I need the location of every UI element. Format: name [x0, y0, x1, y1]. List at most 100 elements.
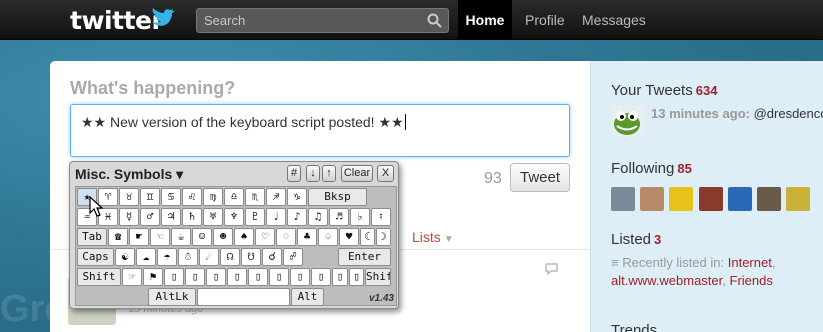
keyboard-key[interactable]: ☻: [213, 228, 233, 246]
keyboard-key[interactable]: ☜: [150, 228, 170, 246]
keyboard-key[interactable]: ▯: [269, 268, 289, 286]
keyboard-key[interactable]: ▯: [332, 268, 348, 286]
avatar[interactable]: [611, 105, 643, 137]
nav-messages[interactable]: Messages: [582, 0, 646, 40]
avatar[interactable]: [669, 187, 693, 211]
keyboard-key[interactable]: ♥: [339, 228, 359, 246]
arrow-up-icon[interactable]: ↑: [322, 165, 336, 182]
keyboard-key[interactable]: ☂: [157, 248, 177, 266]
keyboard-key[interactable]: ♤: [318, 228, 338, 246]
keyboard-key[interactable]: ♮: [371, 208, 391, 226]
altlk-key[interactable]: AltLk: [148, 288, 196, 306]
keyboard-key[interactable]: ▯: [206, 268, 226, 286]
your-tweets-heading[interactable]: Your Tweets 634: [611, 82, 717, 99]
keyboard-key[interactable]: ♣: [297, 228, 317, 246]
virtual-keyboard[interactable]: Misc. Symbols ▾ # ↓ ↑ Clear X ★ ♈ ♉ ♊ ♋ …: [69, 161, 399, 309]
avatar[interactable]: [728, 187, 752, 211]
keyboard-key[interactable]: ♩: [266, 208, 286, 226]
keyboard-key[interactable]: ♇: [245, 208, 265, 226]
keyboard-key[interactable]: ▯: [311, 268, 331, 286]
keyboard-key[interactable]: ☯: [115, 248, 135, 266]
keyboard-key[interactable]: ▯: [164, 268, 184, 286]
keyboard-key[interactable]: ♠: [234, 228, 254, 246]
keyboard-key[interactable]: ▯: [185, 268, 205, 286]
keyboard-key[interactable]: ♡: [255, 228, 275, 246]
keyboard-mode-select[interactable]: Misc. Symbols ▾: [75, 166, 183, 183]
keyboard-key[interactable]: ☄: [199, 248, 219, 266]
clear-button[interactable]: Clear: [341, 165, 373, 182]
shift-key[interactable]: Shift: [365, 268, 391, 286]
keyboard-key[interactable]: ☁: [136, 248, 156, 266]
shift-key[interactable]: Shift: [77, 268, 121, 286]
tab-lists[interactable]: Lists ▼: [412, 229, 454, 245]
listed-heading[interactable]: Listed 3: [611, 231, 661, 248]
keyboard-key[interactable]: ▯: [248, 268, 268, 286]
list-link-webmaster[interactable]: alt.www.webmaster: [611, 273, 722, 288]
avatar[interactable]: [611, 187, 635, 211]
keyboard-key[interactable]: ☌: [262, 248, 282, 266]
keyboard-key[interactable]: ♄: [182, 208, 202, 226]
nav-profile[interactable]: Profile: [525, 0, 565, 40]
keyboard-key[interactable]: ♅: [203, 208, 223, 226]
keyboard-key[interactable]: ▯: [290, 268, 310, 286]
tweet-button[interactable]: Tweet: [510, 163, 570, 192]
keyboard-key[interactable]: ☋: [241, 248, 261, 266]
keyboard-key[interactable]: ♆: [224, 208, 244, 226]
avatar[interactable]: [699, 187, 723, 211]
arrow-down-icon[interactable]: ↓: [306, 165, 320, 182]
space-key[interactable]: [197, 288, 290, 306]
keyboard-key[interactable]: ♌: [182, 188, 202, 206]
keyboard-key[interactable]: ♋: [161, 188, 181, 206]
keyboard-key[interactable]: ☃: [178, 248, 198, 266]
keyboard-key[interactable]: ☞: [122, 268, 142, 286]
keyboard-key[interactable]: ☍: [283, 248, 303, 266]
keyboard-key[interactable]: ☿: [119, 208, 139, 226]
keyboard-key[interactable]: ♂: [140, 208, 160, 226]
keyboard-key[interactable]: ☛: [129, 228, 149, 246]
keyboard-key[interactable]: ⚑: [143, 268, 163, 286]
backspace-key[interactable]: Bksp: [308, 188, 367, 206]
keyboard-key[interactable]: ♑: [287, 188, 307, 206]
keyboard-key[interactable]: ▯: [227, 268, 247, 286]
avatar[interactable]: [757, 187, 781, 211]
twitter-logo[interactable]: twitter: [70, 6, 175, 35]
keyboard-key[interactable]: ♫: [308, 208, 328, 226]
keyboard-key[interactable]: ♪: [287, 208, 307, 226]
avatar[interactable]: [640, 187, 664, 211]
keyboard-key[interactable]: ♭: [350, 208, 370, 226]
keyboard-key[interactable]: ♍: [203, 188, 223, 206]
keyboard-key[interactable]: ☎: [108, 228, 128, 246]
keyboard-key[interactable]: ♐: [266, 188, 286, 206]
list-link-internet[interactable]: Internet: [728, 255, 772, 270]
latest-tweet-mention[interactable]: @dresdenco: [754, 106, 823, 121]
keyboard-key[interactable]: ☕: [171, 228, 191, 246]
keyboard-key[interactable]: ☊: [220, 248, 240, 266]
caps-key[interactable]: Caps: [77, 248, 114, 266]
tweet-textarea[interactable]: ★★ New version of the keyboard script po…: [70, 104, 570, 157]
following-heading[interactable]: Following 85: [611, 160, 692, 177]
list-link-friends[interactable]: Friends: [730, 273, 773, 288]
search-input[interactable]: [197, 9, 422, 32]
keyboard-key[interactable]: ♉: [119, 188, 139, 206]
keyboard-key[interactable]: ♊: [140, 188, 160, 206]
recently-listed: ≡ Recently listed in: Internet, alt.www.…: [611, 254, 821, 290]
char-counter: 93: [484, 170, 502, 187]
keyboard-key[interactable]: ☾: [360, 228, 375, 246]
keyboard-key[interactable]: ♎: [224, 188, 244, 206]
hash-button[interactable]: #: [287, 165, 301, 182]
reply-icon[interactable]: [545, 262, 558, 280]
keyboard-key[interactable]: ♃: [161, 208, 181, 226]
close-button[interactable]: X: [377, 165, 394, 182]
keyboard-key[interactable]: ♢: [276, 228, 296, 246]
avatar[interactable]: [786, 187, 810, 211]
keyboard-key[interactable]: ♬: [329, 208, 349, 226]
enter-key[interactable]: Enter: [338, 248, 391, 266]
nav-home[interactable]: Home: [458, 0, 512, 40]
search-icon[interactable]: [427, 13, 442, 33]
keyboard-key[interactable]: ▯: [349, 268, 364, 286]
keyboard-key[interactable]: ☽: [376, 228, 391, 246]
alt-key[interactable]: Alt: [291, 288, 324, 306]
keyboard-key[interactable]: ☺: [192, 228, 212, 246]
keyboard-key[interactable]: ♏: [245, 188, 265, 206]
tab-key[interactable]: Tab: [77, 228, 107, 246]
